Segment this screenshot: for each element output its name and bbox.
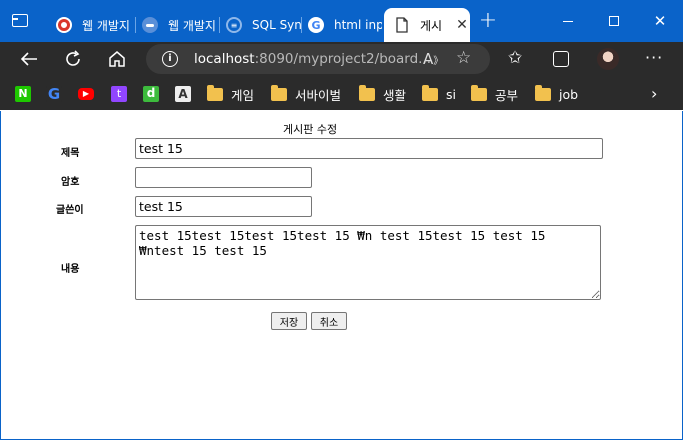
page-title: 게시판 수정 xyxy=(283,123,338,136)
tab-actions-icon[interactable] xyxy=(12,14,30,30)
folder-life[interactable]: 생활 xyxy=(359,84,406,104)
tab-1-label: 웹 개발지 xyxy=(82,18,130,33)
add-favorite-icon[interactable]: ☆ xyxy=(456,48,471,68)
folder-icon xyxy=(535,84,551,101)
folder-job[interactable]: job xyxy=(535,84,578,104)
password-label: 암호 xyxy=(61,177,80,188)
bookmarks-more-icon[interactable]: › xyxy=(651,84,657,103)
youtube-icon[interactable]: ▶ xyxy=(78,88,94,100)
writer-label: 글쓴이 xyxy=(56,205,84,216)
new-tab-icon[interactable]: + xyxy=(478,10,498,34)
home-icon[interactable] xyxy=(105,48,129,70)
subject-input[interactable] xyxy=(135,138,603,159)
folder-icon xyxy=(271,84,287,101)
google-icon[interactable]: G xyxy=(46,86,62,102)
bookmarks-bar xyxy=(0,78,683,110)
tab-active[interactable]: 게시 ✕ xyxy=(384,8,470,42)
content-label: 내용 xyxy=(61,264,80,275)
tab-2-label: 웹 개발지 xyxy=(168,18,216,33)
folder-study[interactable]: 공부 xyxy=(471,84,518,104)
folder-survival[interactable]: 서바이벌 xyxy=(271,84,341,104)
edge-favicon-icon xyxy=(142,17,158,33)
content-textarea[interactable]: test 15test 15test 15test 15 ₩n test 15t… xyxy=(135,225,601,300)
extensions-icon[interactable] xyxy=(553,51,569,67)
refresh-icon[interactable] xyxy=(61,48,85,70)
folder-icon xyxy=(471,84,487,101)
tab-1[interactable]: 웹 개발지 xyxy=(48,8,136,42)
folder-icon xyxy=(207,84,223,101)
folder-games[interactable]: 게임 xyxy=(207,84,254,104)
url-text[interactable]: localhost:8090/myproject2/board... xyxy=(194,51,431,67)
document-favicon-icon xyxy=(394,17,410,33)
naver-icon[interactable]: N xyxy=(15,86,31,102)
folder-icon xyxy=(359,84,375,101)
tab-3-label: SQL Synt xyxy=(252,18,302,32)
tab-3[interactable]: ≡ SQL Synt xyxy=(220,8,302,42)
subject-label: 제목 xyxy=(61,148,80,159)
sql-favicon-icon: ≡ xyxy=(226,17,242,33)
a-bookmark-icon[interactable]: A xyxy=(175,86,191,102)
google-favicon-icon: G xyxy=(308,17,324,33)
favorites-icon[interactable]: ✩ xyxy=(508,48,522,68)
more-menu-icon[interactable]: ··· xyxy=(645,48,663,67)
close-tab-icon[interactable]: ✕ xyxy=(456,17,468,33)
tab-2[interactable]: 웹 개발지 xyxy=(136,8,220,42)
tab-active-label: 게시 xyxy=(420,18,443,33)
folder-icon xyxy=(422,84,438,101)
maximize-icon[interactable] xyxy=(591,8,637,34)
minimize-icon[interactable] xyxy=(545,8,591,34)
d-bookmark-icon[interactable]: d xyxy=(143,86,159,102)
tab-4-label: html inp xyxy=(334,18,382,32)
writer-input[interactable] xyxy=(135,196,312,217)
password-input[interactable] xyxy=(135,167,312,188)
profile-avatar[interactable] xyxy=(597,48,619,70)
site-info-icon[interactable]: i xyxy=(162,51,178,67)
blocked-favicon-icon xyxy=(56,17,72,33)
read-aloud-icon[interactable]: A》 xyxy=(423,50,443,68)
folder-si[interactable]: si xyxy=(422,84,456,104)
save-button[interactable]: 저장 xyxy=(271,312,307,330)
twitch-icon[interactable]: t xyxy=(111,86,127,102)
cancel-button[interactable]: 취소 xyxy=(311,312,347,330)
tab-4[interactable]: G html inp xyxy=(302,8,382,42)
close-window-icon[interactable]: ✕ xyxy=(637,8,683,34)
back-icon[interactable] xyxy=(17,48,41,70)
